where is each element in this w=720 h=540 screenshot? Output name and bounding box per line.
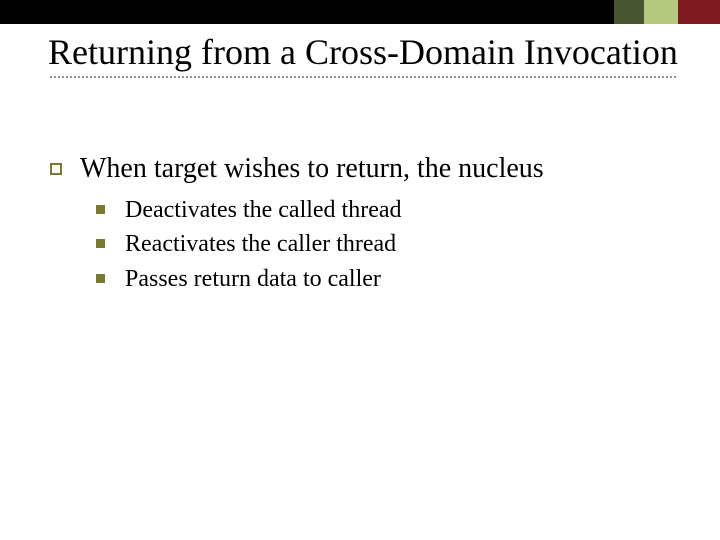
slide: Returning from a Cross-Domain Invocation… xyxy=(0,0,720,540)
bullet-level2: Passes return data to caller xyxy=(96,265,670,294)
slide-title: Returning from a Cross-Domain Invocation xyxy=(48,32,678,72)
sub-bullet-text: Reactivates the caller thread xyxy=(125,230,396,259)
bullet-level2: Deactivates the called thread xyxy=(96,196,670,225)
bullet-level1: When target wishes to return, the nucleu… xyxy=(50,152,670,186)
square-bullet-icon xyxy=(96,274,105,283)
square-bullet-icon xyxy=(96,205,105,214)
accent-seg-1 xyxy=(0,0,614,24)
accent-bar xyxy=(0,0,720,24)
accent-seg-2 xyxy=(614,0,644,24)
bullet-level2: Reactivates the caller thread xyxy=(96,230,670,259)
bullet-text: When target wishes to return, the nucleu… xyxy=(80,152,544,186)
title-underline xyxy=(48,76,676,78)
title-block: Returning from a Cross-Domain Invocation xyxy=(48,32,678,78)
sub-bullet-text: Passes return data to caller xyxy=(125,265,381,294)
accent-seg-4 xyxy=(678,0,720,24)
sub-bullets: Deactivates the called thread Reactivate… xyxy=(96,196,670,294)
body-content: When target wishes to return, the nucleu… xyxy=(50,152,670,300)
accent-seg-3 xyxy=(644,0,678,24)
square-bullet-icon xyxy=(96,239,105,248)
square-outline-bullet-icon xyxy=(50,163,62,175)
sub-bullet-text: Deactivates the called thread xyxy=(125,196,402,225)
